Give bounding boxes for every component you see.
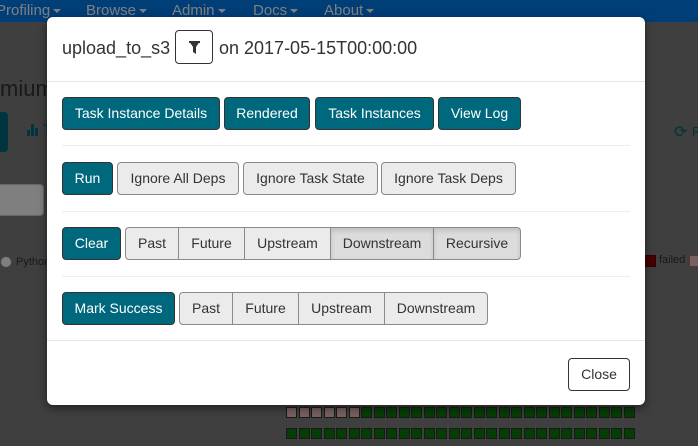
- ignore-task-state-toggle[interactable]: Ignore Task State: [243, 162, 378, 195]
- divider: [62, 276, 630, 277]
- task-instance-details-button[interactable]: Task Instance Details: [62, 97, 220, 130]
- modal-header: upload_to_s3 on 2017-05-15T00:00:00: [47, 17, 645, 82]
- rendered-button[interactable]: Rendered: [224, 97, 310, 130]
- mark-success-future-toggle[interactable]: Future: [232, 292, 299, 325]
- view-log-button[interactable]: View Log: [438, 97, 521, 130]
- task-instance-modal: upload_to_s3 on 2017-05-15T00:00:00 Task…: [47, 17, 645, 405]
- mark-success-past-toggle[interactable]: Past: [179, 292, 233, 325]
- task-id-title: upload_to_s3: [62, 38, 171, 58]
- clear-past-toggle[interactable]: Past: [125, 227, 179, 260]
- clear-upstream-toggle[interactable]: Upstream: [244, 227, 331, 260]
- close-button[interactable]: Close: [568, 358, 630, 391]
- task-instances-button[interactable]: Task Instances: [315, 97, 434, 130]
- filter-upstream-button[interactable]: [175, 30, 213, 64]
- mark-success-button[interactable]: Mark Success: [62, 292, 175, 325]
- divider: [62, 145, 630, 146]
- divider: [62, 211, 630, 212]
- clear-recursive-toggle[interactable]: Recursive: [433, 227, 521, 260]
- filter-icon: [189, 41, 200, 54]
- mark-success-upstream-toggle[interactable]: Upstream: [298, 292, 385, 325]
- clear-button[interactable]: Clear: [62, 227, 121, 260]
- mark-success-downstream-toggle[interactable]: Downstream: [384, 292, 488, 325]
- execution-date: on 2017-05-15T00:00:00: [219, 38, 418, 58]
- ignore-task-deps-toggle[interactable]: Ignore Task Deps: [381, 162, 516, 195]
- clear-downstream-toggle[interactable]: Downstream: [330, 227, 434, 260]
- clear-future-toggle[interactable]: Future: [178, 227, 245, 260]
- run-button[interactable]: Run: [62, 162, 113, 195]
- ignore-all-deps-toggle[interactable]: Ignore All Deps: [117, 162, 239, 195]
- modal-footer: Close: [47, 340, 645, 406]
